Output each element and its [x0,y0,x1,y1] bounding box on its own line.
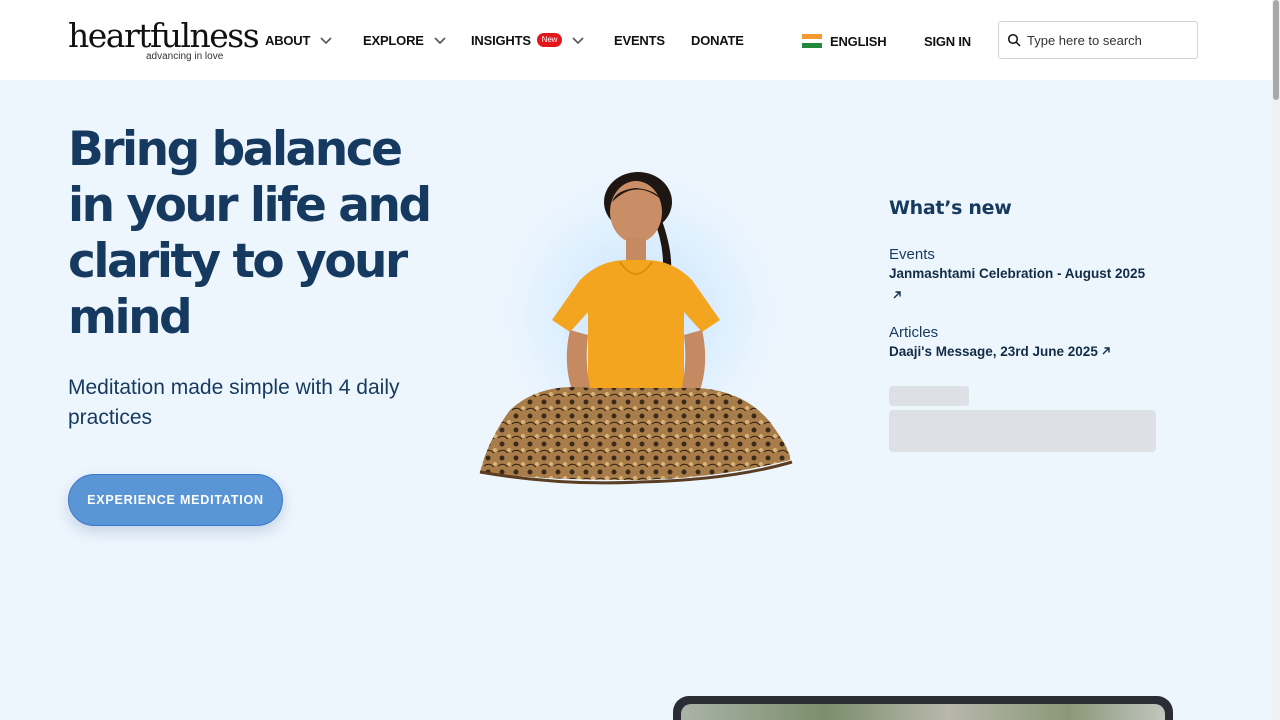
link-text: Daaji's Message, 23rd June 2025 [889,344,1098,359]
video-thumbnail [681,704,1165,720]
nav-explore-label: EXPLORE [363,32,424,48]
sign-in-label: SIGN IN [924,33,971,49]
heartfulness-logo[interactable]: heartfulness advancing in love [68,16,260,66]
whats-new-category-articles: Articles [889,324,939,341]
nav-donate-label: DONATE [691,32,744,48]
external-arrow-icon [1102,347,1110,355]
whats-new-category-events: Events [889,246,935,263]
nav-events-label: EVENTS [614,32,665,48]
site-header: heartfulness advancing in love ABOUT EXP… [0,0,1280,80]
new-badge: New [536,33,563,47]
search-box[interactable] [998,21,1198,59]
loading-placeholder [889,410,1156,452]
link-text: Janmashtami Celebration - August 2025 [889,266,1146,281]
nav-about-label: ABOUT [265,32,311,48]
nav-donate[interactable]: DONATE [691,30,744,50]
page-scrollbar[interactable] [1272,0,1280,720]
scrollbar-thumb[interactable] [1273,0,1279,100]
hero-subtitle: Meditation made simple with 4 daily prac… [68,376,400,429]
search-input[interactable] [1027,32,1187,48]
chevron-down-icon [572,37,584,45]
whats-new-link-janmashtami[interactable]: Janmashtami Celebration - August 2025 [889,263,1149,307]
hero-title: Bring balance in your life and clarity t… [68,122,432,345]
chevron-down-icon [434,37,446,45]
nav-insights-label: INSIGHTS [471,32,531,48]
search-icon [1007,33,1021,47]
meditating-woman-illustration [475,165,805,495]
experience-meditation-button[interactable]: EXPERIENCE MEDITATION [68,474,283,526]
chevron-down-icon [320,37,332,45]
nav-events[interactable]: EVENTS [614,30,665,50]
nav-explore[interactable]: EXPLORE [363,30,448,50]
video-preview-frame[interactable] [673,696,1173,720]
logo-tagline: advancing in love [146,51,224,62]
language-selector[interactable]: ENGLISH [802,31,887,51]
nav-about[interactable]: ABOUT [265,30,334,50]
whats-new-link-daaji-message[interactable]: Daaji's Message, 23rd June 2025 [889,341,1149,363]
external-arrow-icon [893,291,901,299]
sign-in-link[interactable]: SIGN IN [924,31,971,51]
loading-placeholder [889,386,969,406]
india-flag-icon [802,34,822,48]
whats-new-heading: What’s new [889,197,1012,219]
logo-wordmark: heartfulness [68,16,260,55]
nav-insights[interactable]: INSIGHTS New [471,30,586,50]
language-label: ENGLISH [830,33,887,49]
